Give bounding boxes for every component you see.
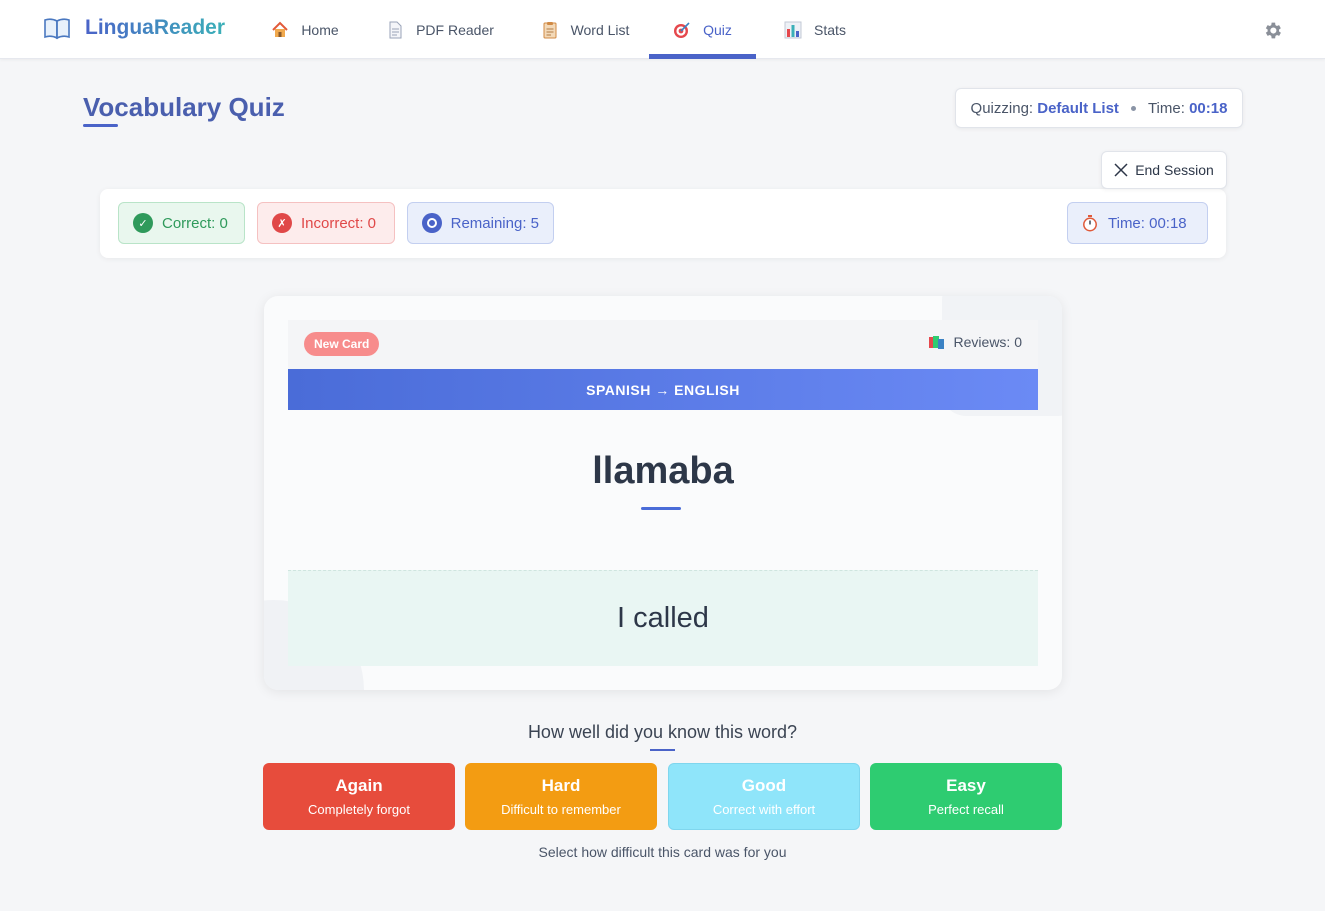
language-direction-banner: SPANISH → ENGLISH (288, 369, 1038, 410)
time-value: 00:18 (1189, 99, 1228, 117)
tab-quiz[interactable]: Quiz (649, 0, 756, 59)
rate-good-subtitle: Correct with effort (712, 802, 816, 817)
rate-hard-button[interactable]: Hard Difficult to remember (465, 763, 657, 830)
rate-easy-button[interactable]: Easy Perfect recall (870, 763, 1062, 830)
clipboard-icon (543, 21, 557, 38)
timer-badge: Time: 00:18 (1067, 202, 1208, 244)
bar-chart-icon (784, 21, 802, 38)
rate-easy-title: Easy (946, 776, 986, 795)
tab-stats[interactable]: Stats (772, 0, 858, 59)
quiz-info-panel: Quizzing: Default List Time: 00:18 (955, 88, 1243, 128)
tab-word-list-label: Word List (570, 21, 630, 38)
incorrect-count-label: Incorrect: 0 (301, 214, 377, 232)
word-underline (641, 507, 681, 510)
tab-pdf-reader[interactable]: PDF Reader (378, 0, 502, 59)
quiz-word: llamaba (592, 450, 734, 492)
rate-again-subtitle: Completely forgot (308, 802, 410, 817)
stopwatch-icon (1083, 215, 1097, 232)
tab-quiz-label: Quiz (703, 21, 732, 38)
remaining-count-label: Remaining: 5 (450, 214, 539, 232)
rate-good-button[interactable]: Good Correct with effort (668, 763, 860, 830)
document-icon (389, 21, 402, 38)
separator-dot (1130, 105, 1136, 111)
gear-icon[interactable] (1262, 20, 1283, 41)
new-card-badge: New Card (304, 332, 380, 356)
open-book-icon (44, 18, 70, 40)
tab-word-list[interactable]: Word List (531, 0, 639, 59)
house-icon (272, 21, 289, 37)
brand[interactable]: LinguaReader (44, 16, 225, 40)
rating-question-underline (650, 749, 675, 751)
tab-stats-label: Stats (814, 21, 846, 38)
correct-count-badge: ✓ Correct: 0 (118, 202, 245, 244)
incorrect-count-badge: ✗ Incorrect: 0 (257, 202, 395, 244)
rate-hard-title: Hard (541, 776, 581, 795)
answer-panel: I called (288, 570, 1038, 666)
card-header: New Card Reviews: 0 (288, 320, 1038, 369)
top-nav: LinguaReader Home PDF Reader Word List Q… (0, 0, 1325, 59)
rating-hint: Select how difficult this card was for y… (538, 844, 787, 860)
remaining-count-badge: Remaining: 5 (407, 202, 554, 244)
rating-question: How well did you know this word? (527, 722, 798, 742)
reviews-count: Reviews: 0 (928, 334, 1022, 350)
tab-pdf-reader-label: PDF Reader (416, 21, 494, 38)
reviews-label: Reviews: 0 (953, 334, 1022, 350)
flashcard: New Card Reviews: 0 SPANISH → ENGLISH ll… (264, 296, 1062, 690)
tab-home[interactable]: Home (262, 0, 348, 59)
rate-hard-subtitle: Difficult to remember (501, 802, 621, 817)
end-session-label: End Session (1135, 162, 1214, 178)
cross-icon: ✗ (272, 213, 292, 233)
time-label: Time: (1147, 99, 1185, 117)
correct-count-label: Correct: 0 (162, 214, 228, 232)
ring-icon (422, 213, 442, 233)
quizzing-label: Quizzing: (970, 99, 1034, 117)
brand-name: LinguaReader (85, 16, 226, 39)
page-title: Vocabulary Quiz (83, 92, 285, 122)
books-icon (928, 336, 944, 349)
answer-text: I called (617, 602, 709, 634)
target-icon (674, 21, 690, 38)
close-icon (1114, 163, 1128, 177)
title-underline (83, 124, 118, 127)
rate-good-title: Good (741, 776, 787, 795)
check-icon: ✓ (133, 213, 153, 233)
rate-easy-subtitle: Perfect recall (928, 802, 1004, 817)
list-name: Default List (1037, 99, 1119, 117)
tab-home-label: Home (301, 21, 339, 38)
rate-again-button[interactable]: Again Completely forgot (263, 763, 455, 830)
end-session-button[interactable]: End Session (1101, 151, 1227, 189)
timer-label: Time: 00:18 (1108, 214, 1187, 232)
stats-bar: ✓ Correct: 0 ✗ Incorrect: 0 Remaining: 5… (100, 189, 1226, 258)
rate-again-title: Again (335, 776, 383, 795)
